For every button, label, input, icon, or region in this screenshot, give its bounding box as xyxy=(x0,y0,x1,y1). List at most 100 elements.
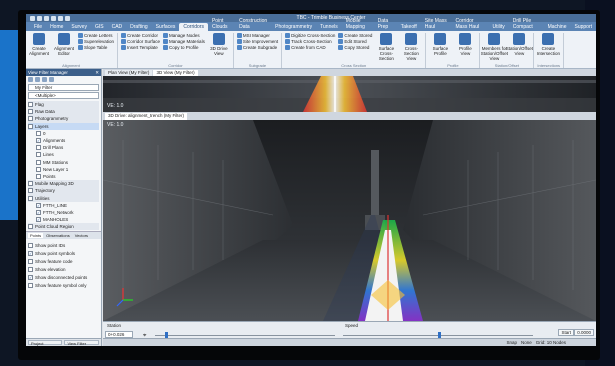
checkbox[interactable]: ✓ xyxy=(28,250,33,256)
checkbox[interactable] xyxy=(36,145,41,151)
create-alignment-button[interactable]: Create Alignment xyxy=(28,33,50,63)
checkbox[interactable]: ✓ xyxy=(28,274,33,280)
alignment-editor-button[interactable]: Alignment Editor xyxy=(53,33,75,63)
option-show-elevation[interactable]: Show elevation xyxy=(28,265,99,273)
snap-mode[interactable]: None xyxy=(521,340,532,345)
uncheck-all-icon[interactable] xyxy=(49,77,54,82)
msi-manager-button[interactable]: MSI Manager xyxy=(236,33,278,38)
tree-item-alignments[interactable]: ✓ Alignments xyxy=(28,137,99,144)
checkbox[interactable] xyxy=(28,116,33,122)
manage-nodes-button[interactable]: Manage Nodes xyxy=(163,33,205,38)
tab-tunnels[interactable]: Tunnels xyxy=(316,23,342,31)
tab-observations[interactable]: Observations xyxy=(44,233,72,238)
check-all-icon[interactable] xyxy=(42,77,47,82)
filter-name-field[interactable]: My Filter xyxy=(28,84,99,91)
checkbox[interactable] xyxy=(28,123,33,129)
tree-item-point-cloud-region[interactable]: Point Cloud Region xyxy=(28,223,99,231)
option-show-point-symbols[interactable]: ✓ Show point symbols xyxy=(28,249,99,257)
3d-drive-view[interactable]: VE: 1.0 xyxy=(103,120,596,321)
tree-item-lines[interactable]: Lines xyxy=(28,151,99,158)
panel-close-icon[interactable]: ✕ xyxy=(95,70,99,75)
checkbox[interactable] xyxy=(36,130,41,136)
checkbox[interactable] xyxy=(28,109,33,115)
edit-stored-button[interactable]: Edit Stored xyxy=(338,39,372,44)
tree-item-ftth-network[interactable]: ✓ FTTH_Network xyxy=(28,209,99,216)
tab-utility[interactable]: Utility xyxy=(489,23,509,31)
slope-table-button[interactable]: Slope Table xyxy=(78,45,114,50)
3d-drive-view-button[interactable]: 3D Drive View xyxy=(208,33,230,63)
checkbox[interactable] xyxy=(28,258,33,264)
manage-materials-button[interactable]: Manage Materials xyxy=(163,39,205,44)
station-offset-view-button[interactable]: Station/Offset View xyxy=(506,33,533,63)
create-from-cad-button[interactable]: Create from CAD xyxy=(285,45,335,50)
tree-item-manholes[interactable]: ✓ MANHOLES xyxy=(28,216,99,223)
tab-corridors[interactable]: Corridors xyxy=(179,23,208,31)
tab-cad[interactable]: CAD xyxy=(108,23,127,31)
new-filter-icon[interactable] xyxy=(28,77,33,82)
tree-item-layers[interactable]: Layers xyxy=(28,122,99,130)
checkbox[interactable] xyxy=(36,159,41,165)
tab-drill-pile-compact[interactable]: Drill Pile Compact xyxy=(509,17,544,31)
checkbox[interactable] xyxy=(36,152,41,158)
tree-item-raw-data[interactable]: Raw Data xyxy=(28,108,99,116)
create-stored-button[interactable]: Create Stored xyxy=(338,33,372,38)
checkbox[interactable]: ✓ xyxy=(36,209,41,215)
checkbox[interactable] xyxy=(28,282,33,288)
option-show-feature-symbol-only[interactable]: Show feature symbol only xyxy=(28,281,99,289)
tab-support[interactable]: Support xyxy=(570,23,596,31)
tab-corridor-mass-haul[interactable]: Corridor Mass Haul xyxy=(451,17,488,31)
tab-data-prep[interactable]: Data Prep xyxy=(374,17,397,31)
quick-access-toolbar[interactable] xyxy=(30,15,70,21)
checkbox[interactable] xyxy=(28,224,33,230)
checkbox[interactable] xyxy=(28,188,33,194)
cross-section-view-button[interactable]: Cross-Section View xyxy=(400,33,422,63)
tree-item-new-layer-1[interactable]: New Layer 1 xyxy=(28,166,99,173)
track-cross-section-button[interactable]: Track Cross-Section xyxy=(285,39,335,44)
tab-takeoff[interactable]: Takeoff xyxy=(397,23,421,31)
delete-filter-icon[interactable] xyxy=(35,77,40,82)
checkbox[interactable] xyxy=(36,173,41,179)
site-improvement-button[interactable]: Site Improvement xyxy=(236,39,278,44)
tab-drafting[interactable]: Drafting xyxy=(126,23,152,31)
copy-to-profile-button[interactable]: Copy to Profile xyxy=(163,45,205,50)
superelevation-button[interactable]: Superelevation xyxy=(78,39,114,44)
station-slider-track[interactable] xyxy=(155,335,335,336)
checkbox[interactable] xyxy=(36,166,41,172)
tab-view-filter-ma[interactable]: View Filter Ma... xyxy=(64,340,99,346)
surface-cross-section-button[interactable]: Surface Cross-Section xyxy=(375,33,397,63)
start-button[interactable]: Start xyxy=(558,329,574,336)
tab-survey[interactable]: Survey xyxy=(67,23,91,31)
create-corridor-button[interactable]: Create Corridor xyxy=(121,33,160,38)
tab-vectors[interactable]: Vectors xyxy=(73,233,90,238)
option-show-feature-code[interactable]: Show feature code xyxy=(28,257,99,265)
tree-item-mobile-mapping-3d[interactable]: Mobile Mapping 3D xyxy=(28,180,99,188)
checkbox[interactable] xyxy=(28,266,33,272)
station-field[interactable]: 0+0.026 xyxy=(105,331,133,338)
tree-item-trajectory[interactable]: Trajectory xyxy=(28,187,99,195)
tree-item-mm-stations[interactable]: MM Stations xyxy=(28,159,99,166)
profile-view-button[interactable]: Profile View xyxy=(454,33,476,63)
copy-stored-button[interactable]: Copy Stored xyxy=(338,45,372,50)
checkbox[interactable] xyxy=(28,181,33,187)
tab-points[interactable]: Points xyxy=(28,233,44,239)
checkbox[interactable]: ✓ xyxy=(36,138,41,144)
snap-label[interactable]: Snap xyxy=(506,340,517,345)
speed-slider-track[interactable] xyxy=(343,332,533,339)
checkbox[interactable] xyxy=(28,195,33,201)
corridor-surface-button[interactable]: Corridor Surface xyxy=(121,39,160,44)
tab-construction-data[interactable]: Construction Data xyxy=(235,17,271,31)
tab-point-clouds[interactable]: Point Clouds xyxy=(208,17,235,31)
tab-surfaces[interactable]: Surfaces xyxy=(152,23,180,31)
checkbox[interactable]: ✓ xyxy=(36,202,41,208)
tab-machine[interactable]: Machine xyxy=(544,23,571,31)
option-show-disconnected-points[interactable]: ✓ Show disconnected points xyxy=(28,273,99,281)
tab-project-explorer[interactable]: Project Explorer xyxy=(28,340,63,346)
insert-template-button[interactable]: Insert Template xyxy=(121,45,160,50)
tree-item-photogrammetry[interactable]: Photogrammetry xyxy=(28,115,99,123)
tab-3d-drive[interactable]: 3D Drive: alignment_trench (My Filter) xyxy=(105,113,188,120)
create-letters-button[interactable]: Create Letters xyxy=(78,33,114,38)
tree-item-flag[interactable]: Flag xyxy=(28,101,99,109)
tab-site-mass-haul[interactable]: Site Mass Haul xyxy=(421,17,452,31)
create-intersection-button[interactable]: Create Intersection xyxy=(537,33,560,63)
checkbox[interactable]: ✓ xyxy=(36,217,41,223)
